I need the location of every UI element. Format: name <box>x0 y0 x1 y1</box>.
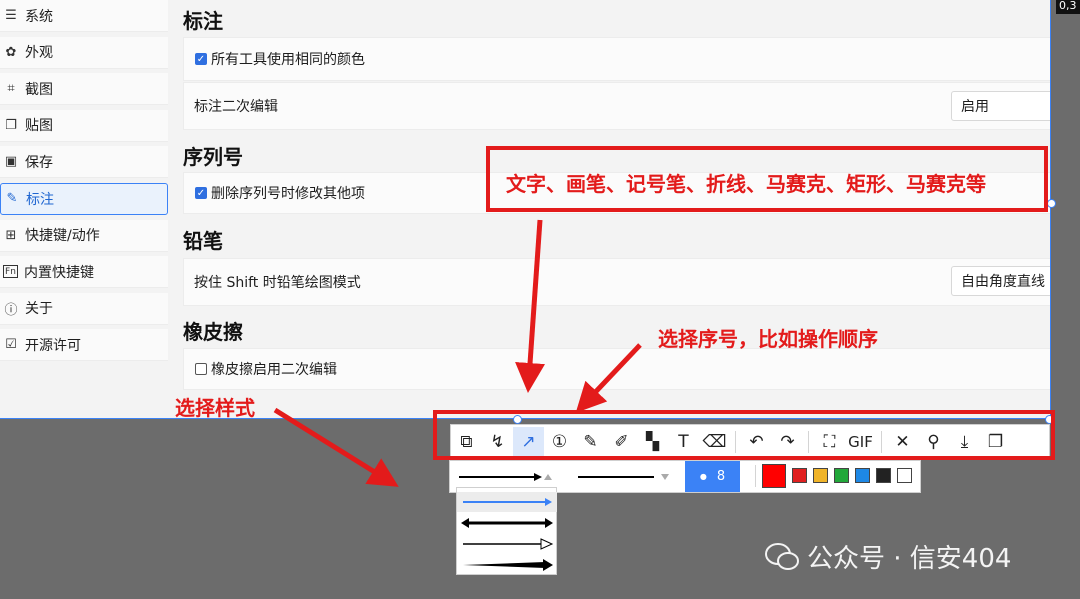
keyboard-icon: ⊞ <box>5 227 17 243</box>
license-icon: ☑ <box>5 337 17 353</box>
sidebar-item-label: 系统 <box>25 8 53 25</box>
second-edit-label: 标注二次编辑 <box>194 99 278 115</box>
section-title-pencil: 铅笔 <box>183 229 223 253</box>
section-title-serial: 序列号 <box>183 145 243 169</box>
pin-image-icon: ❐ <box>5 117 17 133</box>
sidebar-item-label: 内置快捷键 <box>24 264 94 281</box>
serial-delete-checkbox[interactable]: ✓ <box>195 187 207 199</box>
sidebar-item-label: 关于 <box>25 301 53 318</box>
sidebar-item-save[interactable]: ▣ 保存 <box>0 146 168 179</box>
serial-delete-label: 删除序列号时修改其他项 <box>211 186 365 202</box>
save-icon: ▣ <box>4 154 18 170</box>
annotation-text-serial: 选择序号，比如操作顺序 <box>658 327 878 351</box>
sidebar-item-label: 保存 <box>25 154 53 171</box>
eraser-edit-label: 橡皮擦启用二次编辑 <box>211 362 337 378</box>
section-title-eraser: 橡皮擦 <box>183 320 243 344</box>
sidebar-item-label: 贴图 <box>25 118 53 135</box>
arrow-style-option-double[interactable] <box>461 518 553 528</box>
watermark: 公众号 · 信安404 <box>765 538 1011 575</box>
second-edit-select[interactable]: 启用 <box>951 91 1050 121</box>
arrow-style-option-outline[interactable] <box>463 538 554 550</box>
screenshot-icon: ⌗ <box>7 81 15 97</box>
sidebar-item-annotate[interactable]: ✎ 标注 <box>0 182 168 215</box>
annotation-arrow-style <box>273 407 399 487</box>
shift-mode-select[interactable]: 自由角度直线 <box>951 266 1050 296</box>
sidebar-item-pin[interactable]: ❐ 贴图 <box>0 109 168 142</box>
second-edit-row: 标注二次编辑 <box>183 82 1050 130</box>
sidebar-item-about[interactable]: ⓘ 关于 <box>0 292 168 325</box>
sidebar-item-system[interactable]: ☰ 系统 <box>0 0 168 32</box>
sidebar-item-label: 截图 <box>25 81 53 98</box>
sidebar-item-label: 标注 <box>26 191 54 208</box>
same-color-row: ✓ 所有工具使用相同的颜色 <box>183 37 1050 81</box>
line-style-select[interactable] <box>570 465 676 489</box>
stroke-size-indicator[interactable]: ● 8 <box>685 461 740 492</box>
annotation-text-style: 选择样式 <box>175 396 255 420</box>
color-swatch-blue[interactable] <box>855 468 870 483</box>
size-dot-icon: ● <box>699 472 707 481</box>
fn-key-icon: Fn <box>3 265 18 279</box>
arrow-style-option-tapered[interactable] <box>463 559 553 571</box>
sidebar-item-label: 外观 <box>25 45 53 62</box>
palette-icon: ✿ <box>5 44 17 60</box>
shift-mode-label: 按住 Shift 时铅笔绘图模式 <box>194 275 361 291</box>
sidebar-item-label: 快捷键/动作 <box>25 228 100 245</box>
sidebar-item-appearance[interactable]: ✿ 外观 <box>0 36 168 69</box>
sidebar-item-label: 开源许可 <box>25 337 81 354</box>
color-swatch-red[interactable] <box>792 468 807 483</box>
annotation-box-toolbar <box>433 410 1055 460</box>
color-swatch-black[interactable] <box>876 468 891 483</box>
watermark-text: 公众号 · 信安404 <box>807 544 1012 574</box>
sidebar-item-shortcuts[interactable]: ⊞ 快捷键/动作 <box>0 219 168 252</box>
sidebar: ☰ 系统 ✿ 外观 ⌗ 截图 ❐ 贴图 ▣ 保存 ✎ 标注 ⊞ 快捷键/动作 Fn 内置快捷键 … <box>0 0 168 366</box>
annotation-text-tools: 文字、画笔、记号笔、折线、马赛克、矩形、马赛克等 <box>506 172 986 196</box>
eraser-edit-row: 橡皮擦启用二次编辑 <box>183 348 1050 390</box>
color-swatch-white[interactable] <box>897 468 912 483</box>
pencil-icon: ✎ <box>6 191 18 207</box>
color-swatch-yellow[interactable] <box>813 468 828 483</box>
eraser-edit-checkbox[interactable] <box>195 363 207 375</box>
sidebar-item-builtin-shortcuts[interactable]: Fn 内置快捷键 <box>0 256 168 289</box>
arrow-style-dropdown <box>456 487 557 575</box>
current-color-swatch[interactable] <box>762 464 786 488</box>
sliders-icon: ☰ <box>5 8 17 23</box>
color-swatch-green[interactable] <box>834 468 849 483</box>
info-icon: ⓘ <box>4 302 18 318</box>
coordinate-badge: 0,3 <box>1056 0 1080 14</box>
sidebar-item-license[interactable]: ☑ 开源许可 <box>0 329 168 362</box>
stroke-size-value: 8 <box>716 469 726 484</box>
arrow-style-select[interactable] <box>456 465 556 489</box>
same-color-checkbox[interactable]: ✓ <box>195 53 207 65</box>
subbar-divider <box>755 465 756 487</box>
section-title-annotate: 标注 <box>183 9 223 33</box>
wechat-icon <box>765 542 799 570</box>
same-color-label: 所有工具使用相同的颜色 <box>211 52 365 68</box>
sidebar-item-screenshot[interactable]: ⌗ 截图 <box>0 73 168 106</box>
shift-mode-row: 按住 Shift 时铅笔绘图模式 <box>183 258 1050 306</box>
resize-handle-right[interactable] <box>1047 199 1056 208</box>
